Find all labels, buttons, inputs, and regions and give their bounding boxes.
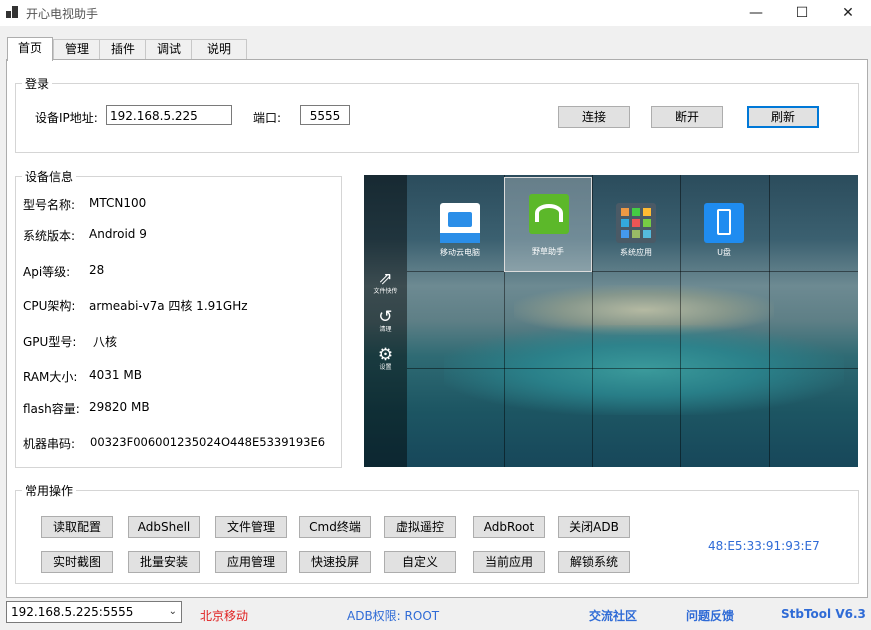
cpu-row: CPU架构: armeabi-v7a 四核 1.91GHz <box>23 297 248 314</box>
cpu-label: CPU架构: <box>23 299 76 313</box>
connect-button[interactable]: 连接 <box>558 106 630 128</box>
settings-icon: ⚙ <box>377 345 394 365</box>
batch-install-button[interactable]: 批量安装 <box>128 551 200 573</box>
port-input[interactable]: 5555 <box>300 105 350 125</box>
api-level-row: Api等级: 28 <box>23 263 104 280</box>
tab-home[interactable]: 首页 <box>7 37 53 61</box>
read-config-button[interactable]: 读取配置 <box>41 516 113 538</box>
tv-sidebar-file-transfer[interactable]: ⇗ 文件快传 <box>364 270 407 296</box>
tv-app-tile[interactable]: 野草助手 <box>504 177 592 272</box>
os-version-value: Android 9 <box>89 227 147 241</box>
device-info-group: 设备信息 型号名称: MTCN100 系统版本: Android 9 Api等级: 2… <box>15 168 342 468</box>
login-group-title: 登录 <box>22 75 53 92</box>
close-button[interactable]: ✕ <box>825 0 871 26</box>
virtual-remote-button[interactable]: 虚拟遥控 <box>384 516 456 538</box>
file-transfer-label: 文件快传 <box>373 288 398 295</box>
tab-help[interactable]: 说明 <box>191 39 247 59</box>
refresh-button[interactable]: 刷新 <box>747 106 819 128</box>
feedback-link[interactable]: 问题反馈 <box>686 607 734 624</box>
quick-cast-button[interactable]: 快速投屏 <box>299 551 371 573</box>
adbroot-button[interactable]: AdbRoot <box>473 516 545 538</box>
tv-app-tile[interactable]: 系统应用 <box>592 193 680 273</box>
community-link[interactable]: 交流社区 <box>589 607 637 624</box>
tv-app-label: 移动云电脑 <box>440 248 480 257</box>
tab-plugins[interactable]: 插件 <box>99 39 147 59</box>
model-value: MTCN100 <box>89 196 147 210</box>
ip-label: 设备IP地址: <box>35 111 98 125</box>
cpu-value: armeabi-v7a 四核 1.91GHz <box>89 299 248 313</box>
yecao-assistant-icon <box>529 194 569 234</box>
ip-input[interactable]: 192.168.5.225 <box>106 105 232 125</box>
os-version-row: 系统版本: Android 9 <box>23 227 147 244</box>
gpu-value: 八核 <box>93 335 118 349</box>
tab-debug[interactable]: 调试 <box>145 39 193 59</box>
ram-row: RAM大小: 4031 MB <box>23 368 142 385</box>
usb-drive-icon <box>704 203 744 243</box>
tv-sidebar-settings[interactable]: ⚙ 设置 <box>364 346 407 372</box>
title-bar: 开心电视助手 — ☐ ✕ <box>0 0 871 26</box>
version-label: StbTool V6.3 <box>781 607 866 621</box>
settings-label: 设置 <box>379 364 392 371</box>
maximize-button[interactable]: ☐ <box>779 0 825 26</box>
current-app-button[interactable]: 当前应用 <box>473 551 545 573</box>
operator-label: 北京移动 <box>200 609 249 623</box>
ram-label: RAM大小: <box>23 370 78 384</box>
status-bar: 192.168.5.225:5555 ⌄ 北京移动 ADB权限: ROOT 交流… <box>0 599 871 630</box>
adb-permission-label: ADB权限: ROOT <box>347 609 440 623</box>
api-level-label: Api等级: <box>23 265 71 279</box>
port-label: 端口: <box>253 111 282 125</box>
clean-label: 清理 <box>379 326 392 333</box>
chevron-down-icon[interactable]: ⌄ <box>169 602 177 622</box>
custom-button[interactable]: 自定义 <box>384 551 456 573</box>
serial-row: 机器串码: 00323F006001235024O448E5339193E6 <box>23 435 325 452</box>
cmd-terminal-button[interactable]: Cmd终端 <box>299 516 371 538</box>
close-adb-button[interactable]: 关闭ADB <box>558 516 630 538</box>
minimize-button[interactable]: — <box>733 0 779 26</box>
unlock-system-button[interactable]: 解锁系统 <box>558 551 630 573</box>
app-icon <box>6 6 18 18</box>
login-group: 登录 设备IP地址: 192.168.5.225 端口: 5555 连接 断开 … <box>15 75 859 153</box>
home-panel: 登录 设备IP地址: 192.168.5.225 端口: 5555 连接 断开 … <box>6 59 868 598</box>
os-version-label: 系统版本: <box>23 229 76 243</box>
clean-icon: ↺ <box>378 307 393 327</box>
app-manager-button[interactable]: 应用管理 <box>215 551 287 573</box>
tv-sidebar-clean[interactable]: ↺ 清理 <box>364 308 407 334</box>
gpu-label: GPU型号: <box>23 335 77 349</box>
flash-row: flash容量: 29820 MB <box>23 400 150 417</box>
mac-address: 48:E5:33:91:93:E7 <box>708 539 820 553</box>
ram-value: 4031 MB <box>89 368 142 382</box>
tv-app-label: 野草助手 <box>532 247 564 256</box>
gpu-row: GPU型号: 八核 <box>23 333 117 350</box>
common-ops-group: 常用操作 读取配置 AdbShell 文件管理 Cmd终端 虚拟遥控 AdbRo… <box>15 482 859 584</box>
model-label: 型号名称: <box>23 198 76 212</box>
api-level-value: 28 <box>89 263 105 277</box>
tv-app-tile[interactable]: U盘 <box>680 193 768 273</box>
tv-screen-preview[interactable]: ⇗ 文件快传 ↺ 清理 ⚙ 设置 移动云电脑 野草助手 系统应用 U盘 <box>364 175 858 467</box>
cloud-pc-icon <box>440 203 480 243</box>
disconnect-button[interactable]: 断开 <box>651 106 723 128</box>
window-title: 开心电视助手 <box>26 7 99 21</box>
tv-app-label: U盘 <box>717 248 731 257</box>
device-info-title: 设备信息 <box>22 168 77 185</box>
file-transfer-icon: ⇗ <box>378 269 393 289</box>
tv-app-tile[interactable]: 移动云电脑 <box>416 193 504 273</box>
device-select[interactable]: 192.168.5.225:5555 ⌄ <box>6 601 182 623</box>
flash-value: 29820 MB <box>89 400 150 414</box>
flash-label: flash容量: <box>23 402 80 416</box>
serial-value: 00323F006001235024O448E5339193E6 <box>90 435 326 449</box>
file-manager-button[interactable]: 文件管理 <box>215 516 287 538</box>
adbshell-button[interactable]: AdbShell <box>128 516 200 538</box>
device-select-value: 192.168.5.225:5555 <box>11 605 134 619</box>
tv-app-label: 系统应用 <box>620 248 652 257</box>
serial-label: 机器串码: <box>23 437 76 451</box>
live-screenshot-button[interactable]: 实时截图 <box>41 551 113 573</box>
tab-manage[interactable]: 管理 <box>53 39 101 59</box>
system-apps-icon <box>616 203 656 243</box>
model-row: 型号名称: MTCN100 <box>23 196 146 213</box>
common-ops-title: 常用操作 <box>22 482 77 499</box>
